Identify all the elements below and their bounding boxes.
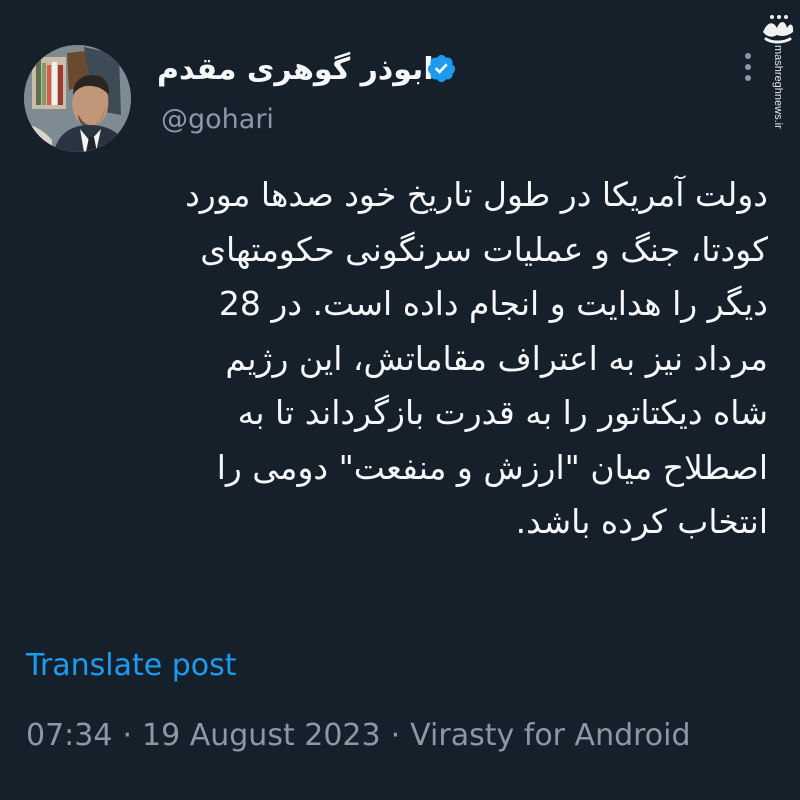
mashregh-logo-icon: [763, 15, 794, 44]
author-handle[interactable]: @gohari: [161, 104, 274, 135]
avatar[interactable]: [24, 45, 131, 152]
post-text: دولت آمریکا در طول تاریخ خود صدها مورد ک…: [185, 175, 768, 541]
meta-separator: ·: [122, 718, 133, 753]
meta-separator: ·: [390, 718, 401, 753]
post-source: Virasty for Android: [410, 718, 691, 753]
translate-post-link[interactable]: Translate post: [26, 648, 237, 683]
verified-badge-icon: [427, 54, 456, 83]
post-meta: 07:34 · 19 August 2023 · Virasty for Android: [26, 718, 691, 753]
author-display-name[interactable]: ابوذر گوهری مقدم: [157, 52, 434, 87]
post-detail-screen: ابوذر گوهری مقدم @gohari mashreghnews.ir…: [0, 0, 800, 800]
profile-photo-icon: [24, 45, 131, 152]
watermark-url: mashreghnews.ir: [772, 45, 784, 129]
more-options-icon[interactable]: [740, 53, 756, 83]
post-date: 19 August 2023: [142, 718, 381, 753]
post-time: 07:34: [26, 718, 113, 753]
